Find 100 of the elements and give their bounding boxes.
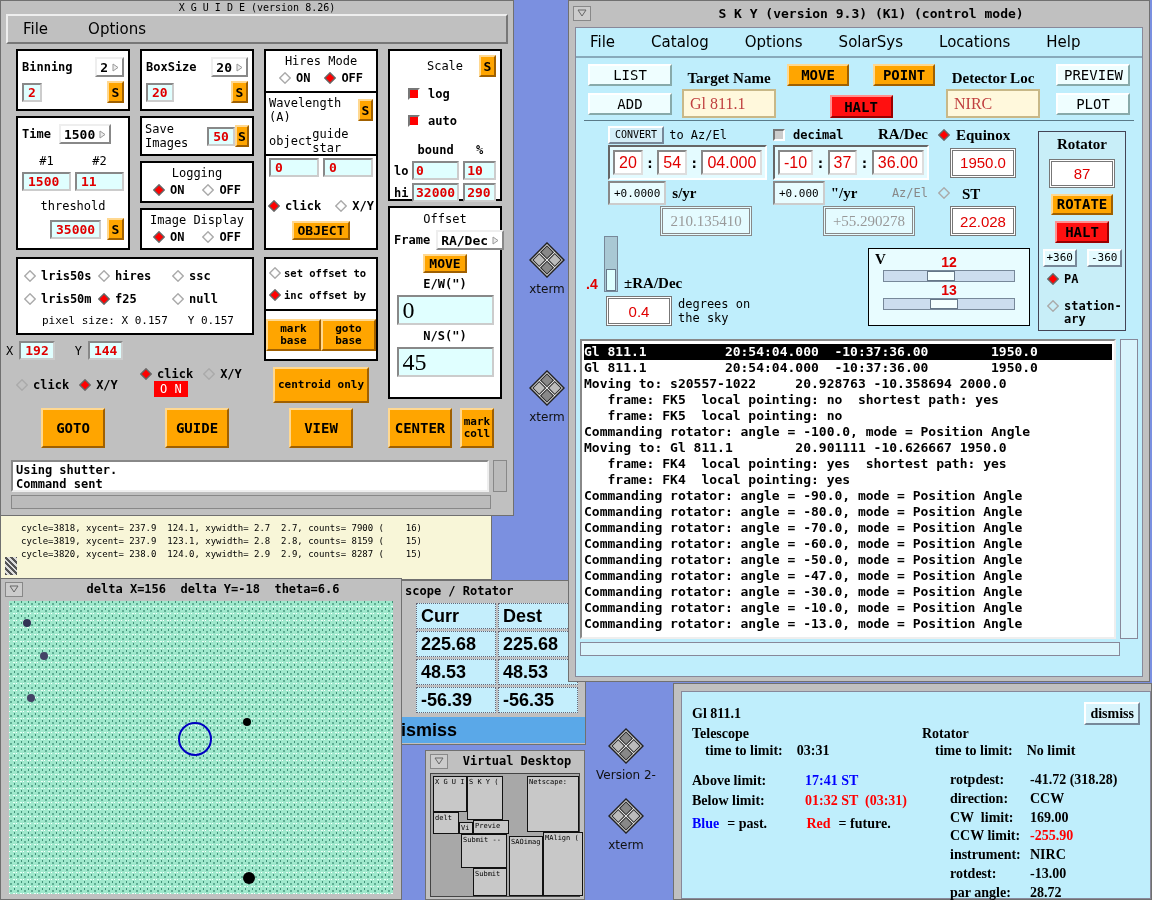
list-item[interactable]: frame: FK4 local pointing: yes shortest path: yes — [584, 456, 1113, 472]
scrollbar[interactable] — [580, 642, 1120, 656]
move-button[interactable]: MOVE — [423, 254, 467, 273]
list-item[interactable]: Commanding rotator: angle = -60.0, mode = Position Angle — [584, 536, 1113, 552]
checkbox[interactable]: log — [408, 87, 450, 101]
slider-thumb[interactable] — [926, 271, 955, 281]
radio-button[interactable]: click — [140, 367, 194, 381]
radio-button[interactable]: OFF — [202, 230, 242, 244]
radio-button[interactable]: ssc — [172, 267, 246, 285]
menu-item[interactable]: Options — [744, 33, 803, 51]
list-item[interactable]: frame: FK5 local pointing: no shortest path: yes — [584, 392, 1113, 408]
slider-track[interactable] — [883, 298, 1015, 310]
option-menu[interactable]: 2 — [95, 57, 124, 77]
input-field[interactable]: 45 — [396, 347, 494, 377]
plot-button[interactable]: PLOT — [1056, 93, 1130, 115]
window-menu-icon[interactable] — [5, 581, 23, 597]
radio-button[interactable]: RA/Dec — [878, 126, 950, 143]
coordinate-field[interactable]: -10 — [778, 150, 814, 175]
coordinate-field[interactable]: 36.00 — [871, 150, 924, 175]
list-item[interactable]: Commanding rotator: angle = -13.0, mode = Position Angle — [584, 616, 1113, 632]
radio-button[interactable]: X/Y — [203, 367, 242, 381]
coordinate-field[interactable]: 37 — [827, 150, 858, 175]
menu-item[interactable]: File — [23, 20, 49, 38]
checkbox[interactable]: auto — [408, 114, 457, 128]
halt-button[interactable]: HALT — [1055, 220, 1109, 243]
radio-button[interactable]: click — [16, 378, 70, 392]
input-field[interactable]: 0 — [412, 161, 460, 180]
input-field[interactable]: 35000 — [50, 219, 102, 239]
input-field[interactable]: 10 — [463, 161, 496, 180]
rate-field[interactable]: +0.000 — [773, 181, 825, 205]
icon-label[interactable]: Version 2- — [596, 768, 656, 782]
radio-button[interactable]: X/Y — [335, 199, 374, 213]
radio-button[interactable]: station-ary — [1047, 300, 1123, 326]
input-field[interactable]: 11 — [75, 172, 124, 191]
action-button[interactable]: GOTO — [41, 408, 105, 448]
base-button[interactable]: goto base — [321, 319, 376, 351]
window-menu-icon[interactable] — [573, 5, 591, 21]
list-item[interactable]: Moving to: s20557-1022 20.928763 -10.358694 2000.0 — [584, 376, 1113, 392]
menu-item[interactable]: File — [590, 33, 616, 51]
centroid-button[interactable]: centroid only — [272, 367, 370, 403]
set-button[interactable]: S — [107, 218, 124, 240]
st-field[interactable]: 22.028 — [950, 206, 1016, 236]
option-menu[interactable]: 1500 — [58, 124, 112, 144]
coordinate-field[interactable]: 04.000 — [701, 150, 763, 175]
list-item[interactable]: Commanding rotator: angle = -90.0, mode = Position Angle — [584, 488, 1113, 504]
action-button[interactable]: GUIDE — [165, 408, 229, 448]
action-button[interactable]: VIEW — [289, 408, 353, 448]
menu-item[interactable]: Catalog — [651, 33, 709, 51]
input-field[interactable]: 32000 — [412, 183, 460, 202]
dismiss-button[interactable]: dismiss — [1084, 702, 1140, 725]
input-field[interactable]: 0 — [323, 158, 373, 177]
add-button[interactable]: ADD — [588, 93, 672, 115]
coordinate-field[interactable]: 20 — [613, 150, 643, 175]
list-item[interactable]: Commanding rotator: angle = -47.0, mode = Position Angle — [584, 568, 1113, 584]
list-item[interactable]: Commanding rotator: angle = -50.0, mode = Position Angle — [584, 552, 1113, 568]
input-field[interactable]: 50 — [207, 126, 235, 146]
coordinate-field[interactable]: 54 — [657, 150, 688, 175]
radio-button[interactable]: ON — [152, 183, 185, 197]
halt-button[interactable]: HALT — [829, 95, 893, 118]
preview-button[interactable]: PREVIEW — [1056, 64, 1130, 86]
icon-label[interactable]: xterm — [608, 838, 644, 852]
list-item[interactable]: Gl 811.1 20:54:04.000 -10:37:36.00 1950.0 — [584, 360, 1113, 376]
radio-button[interactable]: OFF — [202, 183, 242, 197]
slider-track[interactable] — [883, 270, 1015, 282]
list-item[interactable]: Gl 811.1 20:54:04.000 -10:37:36.00 1950.0 — [584, 344, 1113, 360]
radio-button[interactable]: lris50m — [24, 290, 98, 309]
radio-button[interactable]: ON — [278, 71, 311, 85]
plus-button[interactable]: +360 — [1042, 249, 1077, 267]
list-button[interactable]: LIST — [588, 64, 672, 86]
scrollbar[interactable] — [1120, 339, 1138, 639]
menu-item[interactable]: Options — [88, 20, 146, 38]
radio-button[interactable]: set offset to — [269, 267, 373, 279]
list-item[interactable]: Commanding rotator: angle = -70.0, mode = Position Angle — [584, 520, 1113, 536]
input-field[interactable]: 290 — [463, 183, 496, 202]
list-item[interactable]: Commanding rotator: angle = -100.0, mode = Position Angle — [584, 424, 1113, 440]
radio-button[interactable]: f25 — [98, 290, 172, 309]
radio-button[interactable]: null — [172, 290, 246, 309]
slider-thumb[interactable] — [929, 299, 958, 309]
option-menu[interactable]: RA/Dec — [436, 230, 505, 250]
x-field[interactable]: 192 — [19, 341, 55, 360]
range-field[interactable]: 0.4 — [606, 296, 672, 326]
minus-button[interactable]: -360 — [1087, 249, 1122, 267]
list-item[interactable]: Commanding rotator: angle = -30.0, mode = Position Angle — [584, 584, 1113, 600]
radio-button[interactable]: lris50s — [24, 267, 98, 285]
option-menu[interactable]: 20 — [211, 57, 248, 77]
point-button[interactable]: POINT — [873, 64, 935, 86]
dismiss-button[interactable]: ismiss — [401, 717, 585, 743]
icon-label[interactable]: xterm — [529, 410, 565, 424]
convert-button[interactable]: CONVERT — [608, 125, 665, 144]
set-button[interactable]: S — [357, 99, 373, 121]
icon-label[interactable]: xterm — [529, 282, 565, 296]
window-menu-icon[interactable] — [430, 753, 448, 769]
scrollbar[interactable] — [11, 495, 491, 509]
scrollbar[interactable] — [493, 460, 507, 492]
list-item[interactable]: frame: FK5 local pointing: no — [584, 408, 1113, 424]
checkbox[interactable]: decimal — [773, 127, 844, 142]
list-item[interactable]: Commanding rotator: angle = -80.0, mode = Position Angle — [584, 504, 1113, 520]
base-button[interactable]: mark base — [266, 319, 321, 351]
radio-button[interactable]: hires — [98, 267, 172, 285]
equinox-field[interactable]: 1950.0 — [950, 147, 1016, 178]
